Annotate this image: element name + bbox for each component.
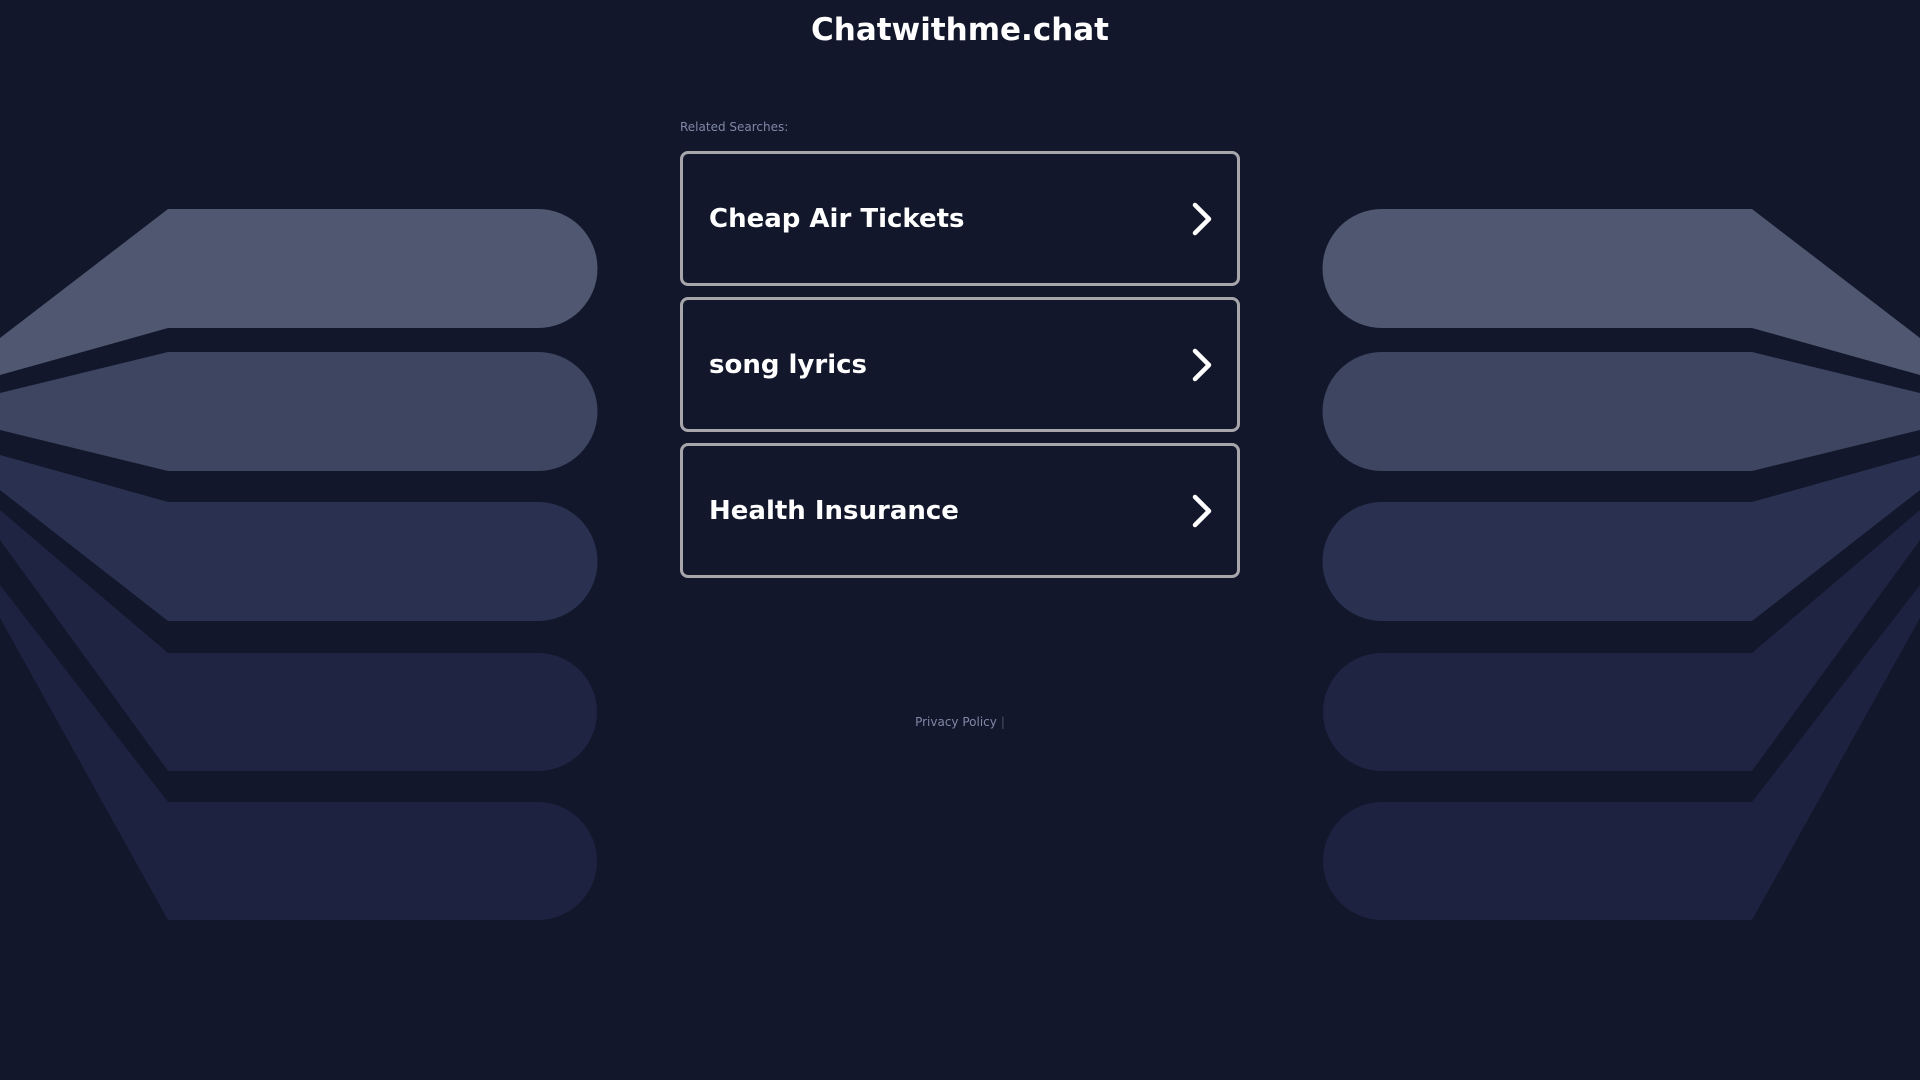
related-search-song-lyrics[interactable]: song lyrics <box>680 297 1240 432</box>
related-searches-list: Cheap Air Tickets song lyrics Health Ins… <box>680 151 1240 589</box>
related-searches-label: Related Searches: <box>680 120 789 134</box>
privacy-policy-link[interactable]: Privacy Policy <box>915 715 997 729</box>
footer-separator: | <box>1000 715 1005 729</box>
site-title: Chatwithme.chat <box>811 12 1109 48</box>
left-band-2 <box>0 352 598 472</box>
left-decoration <box>0 209 598 920</box>
chevron-right-icon <box>1192 348 1212 381</box>
left-band-1 <box>0 209 598 375</box>
right-band-2 <box>1322 352 1920 472</box>
footer: Privacy Policy | <box>0 715 1920 729</box>
related-search-cheap-air-tickets[interactable]: Cheap Air Tickets <box>680 151 1240 286</box>
right-band-1 <box>1322 209 1920 375</box>
chevron-right-icon <box>1192 202 1212 235</box>
right-decoration <box>1322 209 1920 920</box>
related-search-label: Health Insurance <box>709 495 959 526</box>
related-search-label: song lyrics <box>709 349 867 380</box>
related-search-health-insurance[interactable]: Health Insurance <box>680 443 1240 578</box>
chevron-right-icon <box>1192 494 1212 527</box>
page: Chatwithme.chat Related Searches: Cheap … <box>0 0 1920 1080</box>
related-search-label: Cheap Air Tickets <box>709 203 965 234</box>
